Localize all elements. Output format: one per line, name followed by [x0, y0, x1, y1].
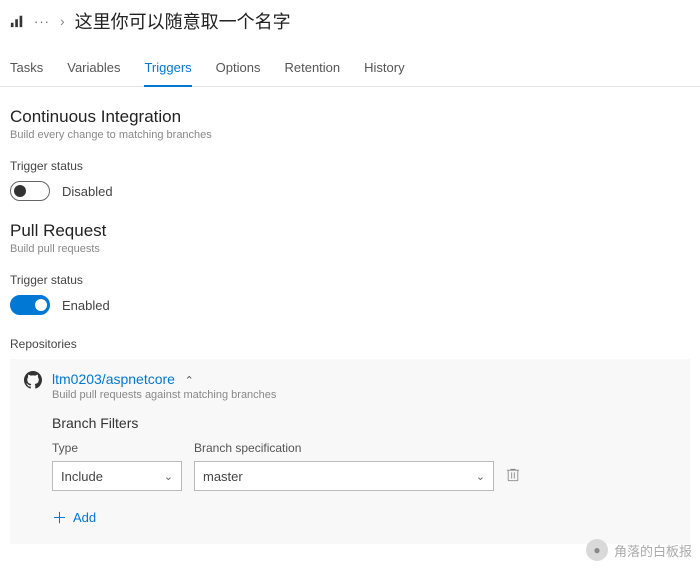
type-label: Type	[52, 441, 182, 455]
repositories-label: Repositories	[10, 337, 690, 351]
pr-title: Pull Request	[10, 221, 690, 241]
ci-toggle-value: Disabled	[62, 184, 113, 199]
watermark: ● 角落的白板报	[586, 539, 692, 561]
chevron-down-icon: ⌄	[476, 470, 485, 483]
tab-options[interactable]: Options	[216, 52, 261, 86]
add-button[interactable]: ＋ Add	[52, 507, 676, 528]
type-select-value: Include	[61, 469, 103, 484]
ci-toggle[interactable]	[10, 181, 50, 201]
watermark-text: 角落的白板报	[614, 541, 692, 560]
pr-desc: Build pull requests	[10, 243, 690, 255]
branch-label: Branch specification	[194, 441, 494, 455]
pipeline-icon	[10, 14, 24, 28]
type-select[interactable]: Include ⌄	[52, 461, 182, 491]
plus-icon: ＋	[52, 507, 67, 528]
tab-tasks[interactable]: Tasks	[10, 52, 43, 86]
watermark-icon: ●	[586, 539, 608, 561]
branch-select[interactable]: master ⌄	[194, 461, 494, 491]
add-label: Add	[73, 510, 96, 525]
pr-toggle[interactable]	[10, 295, 50, 315]
pr-status-label: Trigger status	[10, 273, 690, 287]
tab-variables[interactable]: Variables	[67, 52, 120, 86]
ci-desc: Build every change to matching branches	[10, 129, 690, 141]
breadcrumb-ellipsis[interactable]: ···	[34, 14, 50, 29]
branch-filters-title: Branch Filters	[52, 415, 676, 431]
github-icon	[24, 371, 42, 389]
repo-name[interactable]: ltm0203/aspnetcore	[52, 371, 175, 387]
tab-triggers[interactable]: Triggers	[144, 52, 191, 87]
chevron-up-icon[interactable]: ⌃	[185, 375, 194, 387]
ci-status-label: Trigger status	[10, 159, 690, 173]
chevron-down-icon: ⌄	[164, 470, 173, 483]
ci-title: Continuous Integration	[10, 107, 690, 127]
delete-icon[interactable]	[506, 468, 520, 491]
tab-history[interactable]: History	[364, 52, 404, 86]
breadcrumb-chevron: ›	[60, 13, 65, 29]
repo-desc: Build pull requests against matching bra…	[52, 389, 276, 401]
page-title: 这里你可以随意取一个名字	[75, 8, 291, 34]
tab-retention[interactable]: Retention	[284, 52, 340, 86]
pr-toggle-value: Enabled	[62, 298, 110, 313]
tabbar: Tasks Variables Triggers Options Retenti…	[0, 42, 700, 87]
repo-panel: ltm0203/aspnetcore ⌃ Build pull requests…	[10, 359, 690, 544]
branch-select-value: master	[203, 469, 243, 484]
